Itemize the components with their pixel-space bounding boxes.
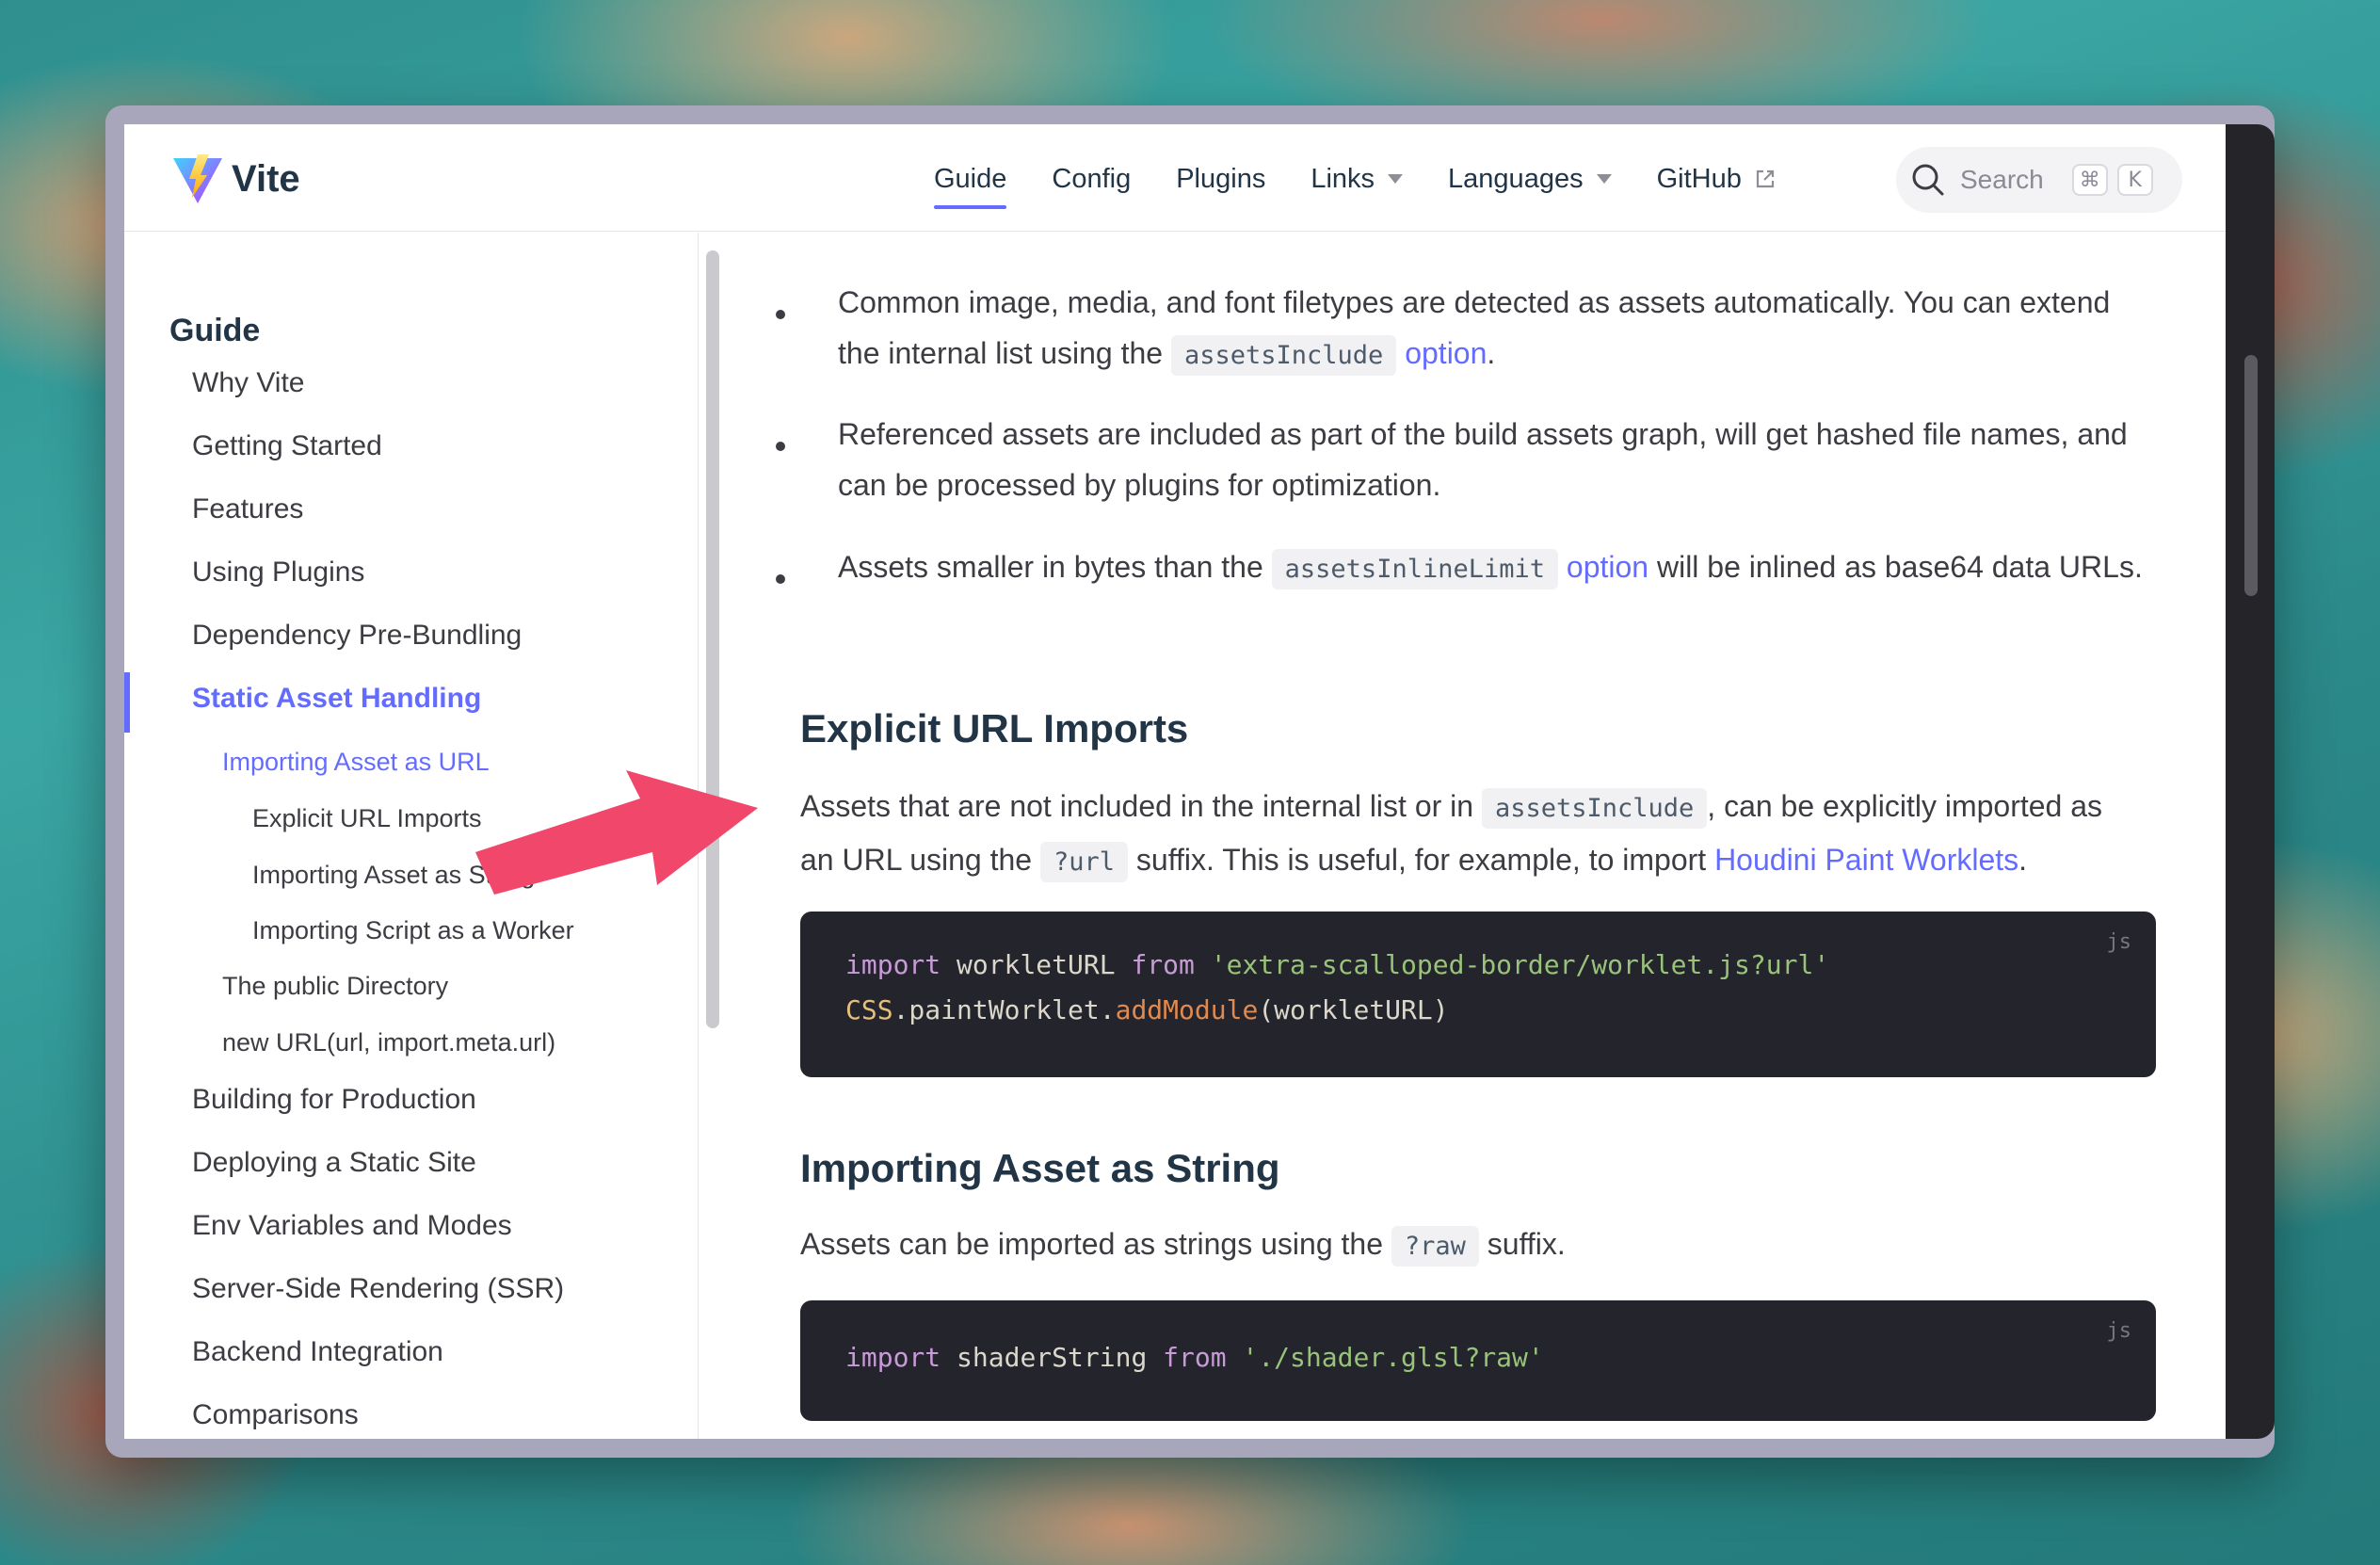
inline-code-assetsinlinelimit: assetsInlineLimit <box>1271 549 1558 589</box>
page-viewport: Vite Guide Config Plugins Links Language… <box>124 124 2226 1439</box>
code-object: CSS <box>845 994 893 1025</box>
shortcut-key-k: K <box>2116 164 2153 196</box>
top-navbar: Vite Guide Config Plugins Links Language… <box>124 124 2226 232</box>
page-scrollbar-track[interactable] <box>2226 124 2275 1439</box>
bullet-dot <box>776 442 785 451</box>
code-line-1: import shaderString from './shader.glsl?… <box>845 1342 1544 1373</box>
inline-code-url-suffix: ?url <box>1039 842 1128 882</box>
bullet-paragraph-3: Assets smaller in bytes than the assetsI… <box>838 541 2156 595</box>
code-keyword: import <box>845 949 941 980</box>
sidebar <box>124 233 699 1439</box>
paragraph-text: . <box>2018 843 2028 877</box>
nav-github-label: GitHub <box>1656 163 1742 194</box>
nav-links-label: Links <box>1311 163 1375 194</box>
nav-plugins[interactable]: Plugins <box>1176 153 1265 205</box>
sidebar-scrollbar-thumb[interactable] <box>706 250 719 1028</box>
nav-languages-dropdown[interactable]: Languages <box>1448 153 1612 205</box>
sidebar-item-comparisons[interactable]: Comparisons <box>192 1399 359 1431</box>
code-lang-label: js <box>2106 930 2132 954</box>
nav-plugins-label: Plugins <box>1176 163 1266 194</box>
site-logo[interactable]: Vite <box>169 151 300 207</box>
code-block-shader[interactable]: js import shaderString from './shader.gl… <box>800 1300 2156 1421</box>
chevron-down-icon <box>1596 174 1612 184</box>
heading-importing-asset-as-string: Importing Asset as String <box>800 1146 1280 1190</box>
inline-code-raw-suffix: ?raw <box>1391 1226 1479 1267</box>
code-string: 'extra-scalloped-border/worklet.js?url' <box>1194 949 1830 980</box>
sidebar-item-building-for-production[interactable]: Building for Production <box>192 1084 476 1116</box>
heading-explicit-url-imports: Explicit URL Imports <box>800 706 1189 750</box>
sidebar-item-backend-integration[interactable]: Backend Integration <box>192 1336 443 1368</box>
paragraph-asset-string: Assets can be imported as strings using … <box>800 1218 2137 1272</box>
nav-links: Guide Config Plugins Links Languages Git… <box>934 153 1821 209</box>
sidebar-item-dependency-pre-bundling[interactable]: Dependency Pre-Bundling <box>192 620 522 652</box>
option-link[interactable]: option <box>1567 550 1648 584</box>
shortcut-key-cmd: ⌘ <box>2071 164 2108 196</box>
code-line-2: CSS.paintWorklet.addModule(workletURL) <box>845 994 1449 1025</box>
sidebar-item-new-url[interactable]: new URL(url, import.meta.url) <box>222 1028 555 1057</box>
paragraph-text: Assets can be imported as strings using … <box>800 1227 1383 1261</box>
code-identifier: shaderString <box>941 1342 1164 1373</box>
paragraph-explicit-url: Assets that are not included in the inte… <box>800 781 2137 888</box>
sidebar-item-why-vite[interactable]: Why Vite <box>192 367 305 399</box>
code-keyword: import <box>845 1342 941 1373</box>
code-line-1: import workletURL from 'extra-scalloped-… <box>845 949 1829 980</box>
search-icon <box>1912 164 1944 196</box>
houdini-paint-worklets-link[interactable]: Houdini Paint Worklets <box>1714 843 2018 877</box>
sidebar-item-static-asset-handling[interactable]: Static Asset Handling <box>192 683 481 715</box>
sidebar-item-deploying-static-site[interactable]: Deploying a Static Site <box>192 1147 476 1179</box>
nav-guide[interactable]: Guide <box>934 153 1007 209</box>
bullet-3-text-end: will be inlined as base64 data URLs. <box>1656 550 2143 584</box>
code-lang-label: js <box>2106 1319 2132 1343</box>
paragraph-text: suffix. This is useful, for example, to … <box>1135 843 1707 877</box>
code-string: './shader.glsl?raw' <box>1226 1342 1544 1373</box>
sidebar-item-getting-started[interactable]: Getting Started <box>192 430 382 462</box>
bullet-dot <box>776 310 785 319</box>
site-name: Vite <box>232 157 300 200</box>
nav-config[interactable]: Config <box>1052 153 1131 205</box>
search-placeholder: Search <box>1960 165 2044 194</box>
nav-github[interactable]: GitHub <box>1657 153 1776 205</box>
sidebar-item-importing-asset-as-url[interactable]: Importing Asset as URL <box>222 748 490 777</box>
sidebar-item-public-directory[interactable]: The public Directory <box>222 972 448 1001</box>
sidebar-item-importing-asset-as-string[interactable]: Importing Asset as String <box>252 861 535 890</box>
nav-languages-label: Languages <box>1448 163 1584 194</box>
browser-window: Vite Guide Config Plugins Links Language… <box>105 105 2275 1458</box>
code-block-worklet[interactable]: js import workletURL from 'extra-scallop… <box>800 912 2156 1077</box>
bullet-dot <box>776 574 785 584</box>
sidebar-item-ssr[interactable]: Server-Side Rendering (SSR) <box>192 1273 564 1305</box>
code-property: .paintWorklet. <box>892 994 1116 1025</box>
paragraph-text: suffix. <box>1487 1227 1566 1261</box>
inline-code-assetsinclude: assetsInclude <box>1170 335 1397 376</box>
sidebar-item-using-plugins[interactable]: Using Plugins <box>192 557 364 589</box>
external-link-icon <box>1756 169 1774 188</box>
code-identifier: workletURL <box>941 949 1132 980</box>
chevron-down-icon <box>1388 174 1404 184</box>
sidebar-item-explicit-url-imports[interactable]: Explicit URL Imports <box>252 804 482 833</box>
sidebar-item-env-variables[interactable]: Env Variables and Modes <box>192 1210 512 1242</box>
search-button[interactable]: Search ⌘ K <box>1896 147 2182 213</box>
bullet-3-text: Assets smaller in bytes than the <box>838 550 1263 584</box>
code-keyword: from <box>1163 1342 1227 1373</box>
vite-logo-icon <box>173 154 222 203</box>
paragraph-text: Assets that are not included in the inte… <box>800 789 1474 823</box>
sidebar-item-features[interactable]: Features <box>192 493 303 525</box>
nav-config-label: Config <box>1052 163 1132 194</box>
code-args: (workletURL) <box>1258 994 1449 1025</box>
bullet-2-text: Referenced assets are included as part o… <box>838 417 2128 502</box>
code-keyword: from <box>1131 949 1195 980</box>
page-scrollbar-thumb[interactable] <box>2244 355 2258 596</box>
bullet-paragraph-2: Referenced assets are included as part o… <box>838 409 2156 510</box>
bullet-1-text-end: . <box>1487 336 1496 370</box>
sidebar-section-title: Guide <box>169 313 261 348</box>
sidebar-item-importing-script-as-worker[interactable]: Importing Script as a Worker <box>252 916 574 945</box>
code-function: addModule <box>1115 994 1259 1025</box>
nav-guide-label: Guide <box>934 163 1007 194</box>
bullet-paragraph-1: Common image, media, and font filetypes … <box>838 277 2156 381</box>
option-link[interactable]: option <box>1405 336 1487 370</box>
nav-links-dropdown[interactable]: Links <box>1311 153 1404 205</box>
sidebar-active-indicator <box>124 672 130 733</box>
inline-code-assetsinclude: assetsInclude <box>1481 788 1708 829</box>
